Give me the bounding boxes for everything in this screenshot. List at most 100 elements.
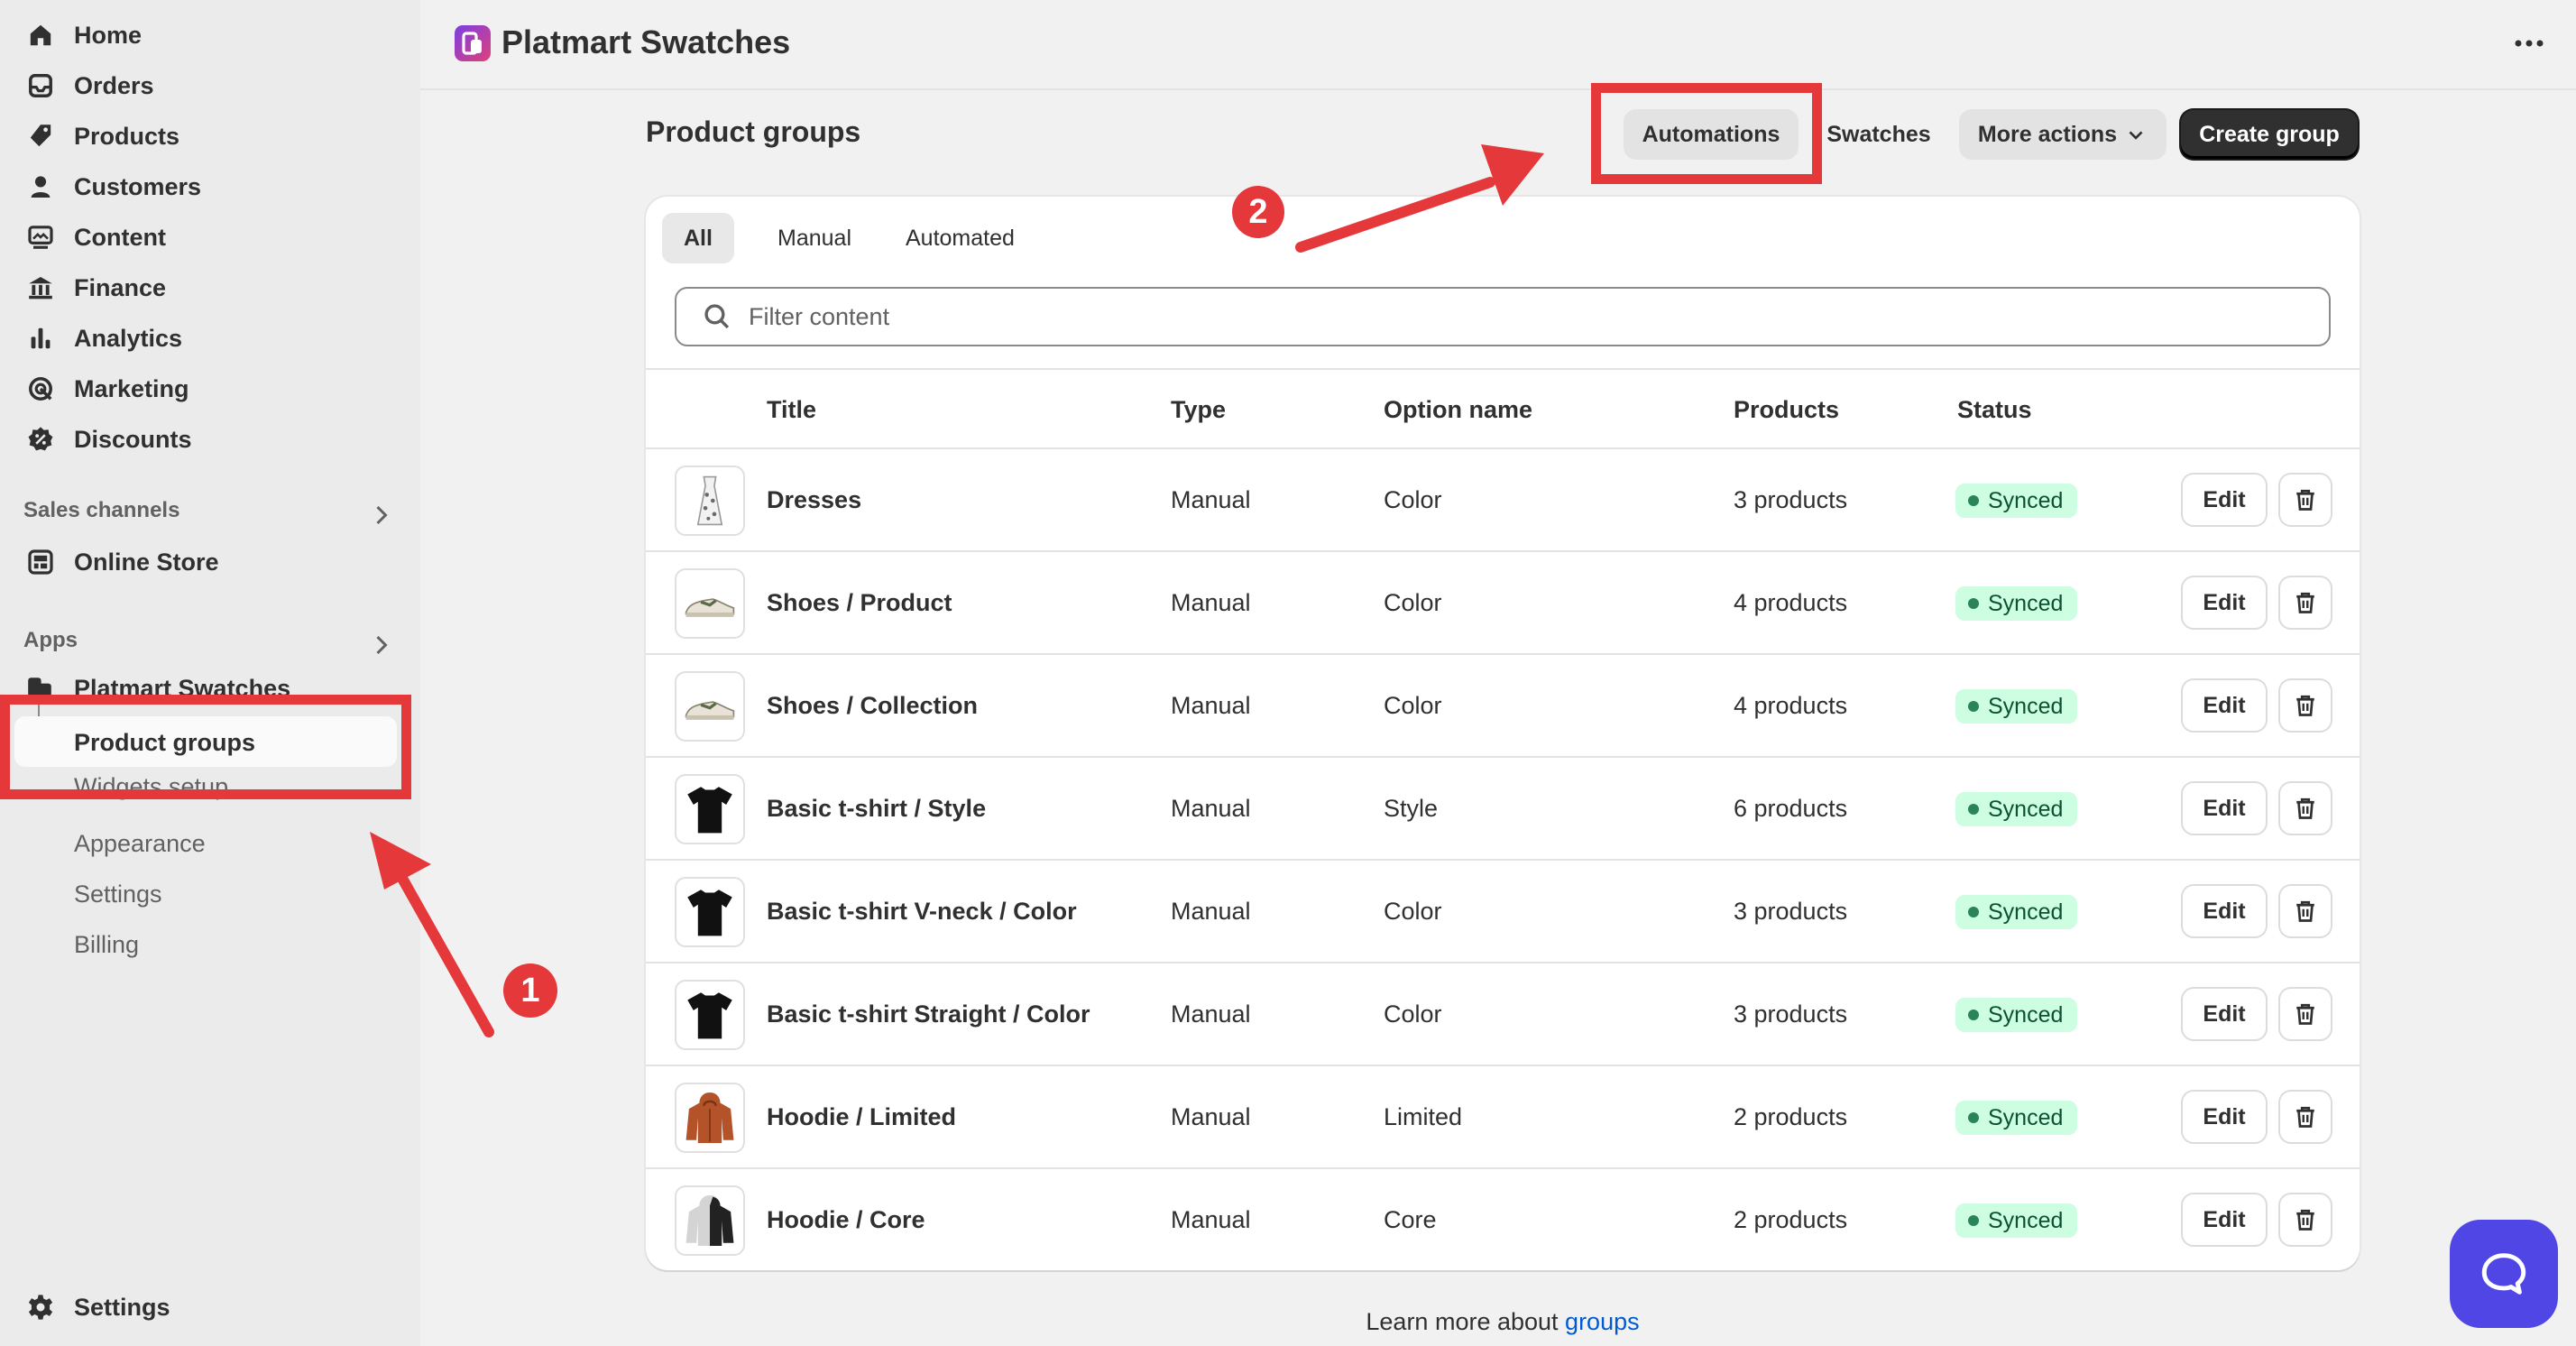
row-products: 4 products xyxy=(1734,691,1848,719)
inbox-icon xyxy=(25,70,56,101)
sidebar-item-settings-app[interactable]: Settings xyxy=(74,871,162,917)
sidebar-item-label: Products xyxy=(74,122,180,150)
row-products: 3 products xyxy=(1734,897,1848,925)
column-status[interactable]: Status xyxy=(1957,370,2032,449)
table-row[interactable]: Shoes / Product Manual Color 4 products Sync… xyxy=(646,552,2360,655)
delete-button[interactable] xyxy=(2280,783,2331,834)
status-label: Synced xyxy=(1988,1001,2064,1028)
table-row[interactable]: Dresses Manual Color 3 products Synced Edit xyxy=(646,449,2360,552)
product-thumbnail xyxy=(675,671,745,742)
app-logo xyxy=(455,25,491,61)
row-products: 2 products xyxy=(1734,1102,1848,1130)
column-option-name[interactable]: Option name xyxy=(1384,370,1532,449)
edit-button[interactable]: Edit xyxy=(2183,577,2266,628)
swatches-button[interactable]: Swatches xyxy=(1811,109,1946,160)
chevron-right-icon[interactable] xyxy=(368,632,395,659)
bar-chart-icon xyxy=(25,323,56,354)
groups-link[interactable]: groups xyxy=(1565,1308,1640,1335)
delete-button[interactable] xyxy=(2280,680,2331,731)
column-products[interactable]: Products xyxy=(1734,370,1839,449)
row-products: 4 products xyxy=(1734,588,1848,616)
sidebar-item-online-store[interactable]: Online Store xyxy=(25,539,219,585)
more-actions-button[interactable]: More actions xyxy=(1959,109,2167,160)
row-type: Manual xyxy=(1171,794,1251,822)
tab-automated[interactable]: Automated xyxy=(884,213,1036,263)
delete-button[interactable] xyxy=(2280,577,2331,628)
status-badge: Synced xyxy=(1955,998,2078,1032)
table-row[interactable]: Hoodie / Limited Manual Limited 2 products S… xyxy=(646,1066,2360,1169)
sidebar-item-label: Discounts xyxy=(74,425,192,453)
trash-icon xyxy=(2296,900,2314,922)
footer-prefix: Learn more about xyxy=(1366,1308,1559,1335)
more-menu-icon[interactable] xyxy=(2511,27,2547,60)
edit-button[interactable]: Edit xyxy=(2183,1194,2266,1245)
create-group-button[interactable]: Create group xyxy=(2181,110,2358,159)
trash-icon xyxy=(2296,1106,2314,1128)
tab-manual[interactable]: Manual xyxy=(756,213,873,263)
sidebar-item-label: Customers xyxy=(74,172,202,200)
row-type: Manual xyxy=(1171,691,1251,719)
sidebar-item-orders[interactable]: Orders xyxy=(25,63,154,108)
status-dot-icon xyxy=(1968,1010,1979,1020)
product-thumbnail xyxy=(675,1185,745,1256)
row-type: Manual xyxy=(1171,1205,1251,1233)
filter-field[interactable] xyxy=(675,287,2331,346)
sidebar-item-discounts[interactable]: Discounts xyxy=(25,417,192,462)
apps-heading: Apps xyxy=(23,628,78,652)
status-dot-icon xyxy=(1968,804,1979,815)
help-chat-button[interactable] xyxy=(2450,1220,2558,1328)
product-groups-card: All Manual Automated Title Type Option n… xyxy=(646,197,2360,1270)
status-dot-icon xyxy=(1968,1112,1979,1123)
sidebar-item-appearance[interactable]: Appearance xyxy=(74,821,206,866)
row-title: Basic t-shirt / Style xyxy=(767,794,987,822)
row-type: Manual xyxy=(1171,1000,1251,1028)
table-row[interactable]: Hoodie / Core Manual Core 2 products Synced E… xyxy=(646,1169,2360,1272)
row-type: Manual xyxy=(1171,1102,1251,1130)
chat-bubble-icon xyxy=(2481,1253,2526,1295)
trash-icon xyxy=(2296,489,2314,511)
table-row[interactable]: Basic t-shirt / Style Manual Style 6 produc… xyxy=(646,758,2360,861)
sidebar-item-billing[interactable]: Billing xyxy=(74,922,139,967)
sidebar-item-label: Online Store xyxy=(74,548,219,576)
person-icon xyxy=(25,171,56,202)
edit-button[interactable]: Edit xyxy=(2183,475,2266,525)
edit-button[interactable]: Edit xyxy=(2183,783,2266,834)
status-dot-icon xyxy=(1968,701,1979,712)
sidebar-item-analytics[interactable]: Analytics xyxy=(25,316,182,361)
sidebar-item-marketing[interactable]: Marketing xyxy=(25,366,189,411)
edit-button[interactable]: Edit xyxy=(2183,1092,2266,1142)
tab-all[interactable]: All xyxy=(662,213,734,263)
edit-button[interactable]: Edit xyxy=(2183,680,2266,731)
sidebar-item-label: Orders xyxy=(74,71,154,99)
chevron-right-icon[interactable] xyxy=(368,502,395,529)
bank-icon xyxy=(25,272,56,303)
delete-button[interactable] xyxy=(2280,475,2331,525)
highlight-box-product-groups xyxy=(0,695,411,799)
sidebar-item-customers[interactable]: Customers xyxy=(25,164,201,209)
sidebar-item-finance[interactable]: Finance xyxy=(25,265,166,310)
home-icon xyxy=(25,20,56,51)
highlight-box-automations xyxy=(1591,83,1822,184)
sidebar-item-home[interactable]: Home xyxy=(25,13,142,58)
row-title: Shoes / Collection xyxy=(767,691,979,719)
app-header: Platmart Swatches xyxy=(420,0,2576,90)
table-row[interactable]: Basic t-shirt Straight / Color Manual Colo… xyxy=(646,963,2360,1066)
filter-input[interactable] xyxy=(749,302,2282,331)
edit-button[interactable]: Edit xyxy=(2183,989,2266,1039)
column-title[interactable]: Title xyxy=(767,370,816,449)
table-row[interactable]: Shoes / Collection Manual Color 4 products S… xyxy=(646,655,2360,758)
table-row[interactable]: Basic t-shirt V-neck / Color Manual Color 3… xyxy=(646,861,2360,963)
step-1-badge: 1 xyxy=(503,963,557,1018)
delete-button[interactable] xyxy=(2280,989,2331,1039)
sidebar-item-content[interactable]: Content xyxy=(25,215,166,260)
status-badge: Synced xyxy=(1955,484,2078,518)
sidebar-item-products[interactable]: Products xyxy=(25,114,179,159)
delete-button[interactable] xyxy=(2280,1092,2331,1142)
delete-button[interactable] xyxy=(2280,1194,2331,1245)
column-type[interactable]: Type xyxy=(1171,370,1226,449)
row-title: Hoodie / Limited xyxy=(767,1102,957,1130)
edit-button[interactable]: Edit xyxy=(2183,886,2266,936)
delete-button[interactable] xyxy=(2280,886,2331,936)
sidebar-item-label: Analytics xyxy=(74,324,183,352)
status-label: Synced xyxy=(1988,487,2064,513)
